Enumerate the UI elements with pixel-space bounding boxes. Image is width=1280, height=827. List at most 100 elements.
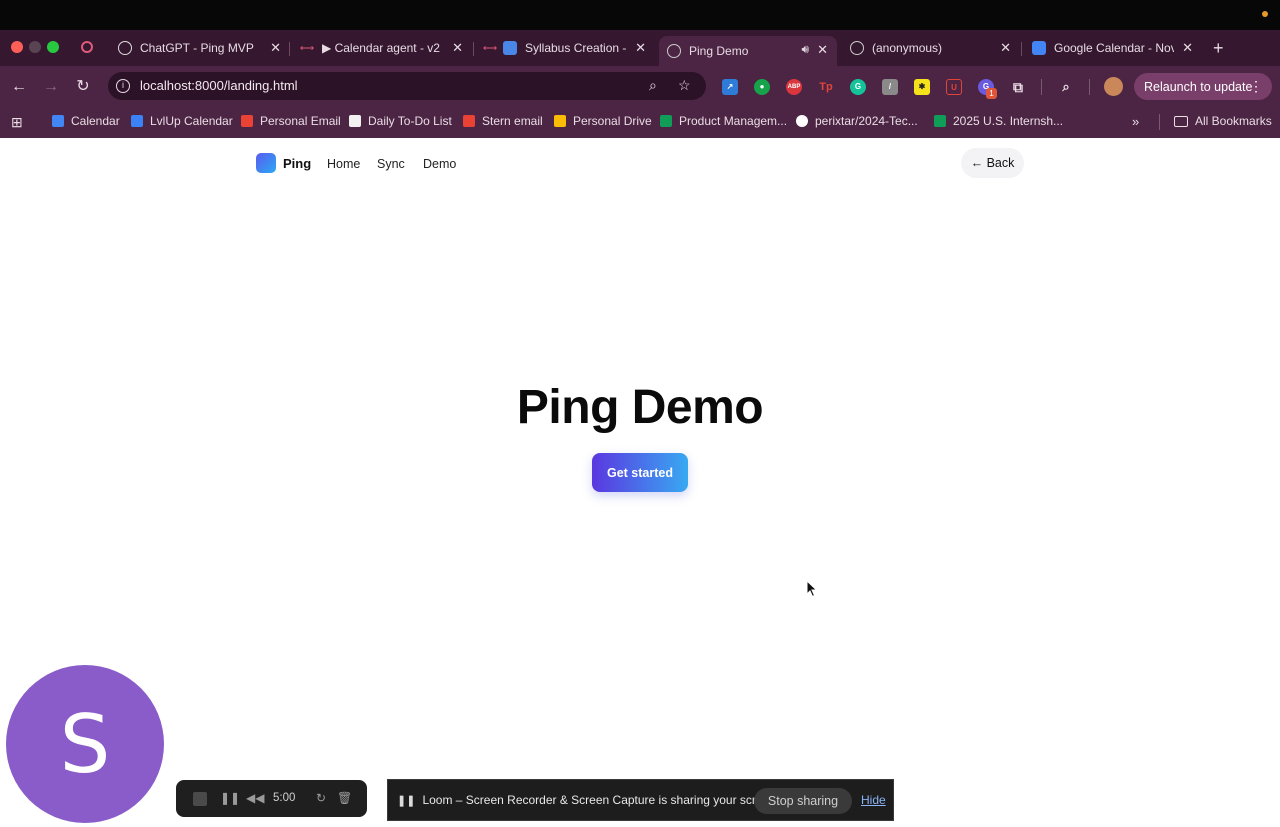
profile-avatar[interactable] [1104, 77, 1123, 96]
tab-separator [473, 42, 474, 56]
close-icon[interactable]: ✕ [817, 42, 828, 58]
new-tab-button[interactable]: + [1213, 36, 1224, 60]
bookmark-item[interactable]: Personal Email [241, 114, 341, 128]
screen-sharing-bar: ❚❚ Loom – Screen Recorder & Screen Captu… [387, 779, 894, 821]
notification-badge: 1 [986, 88, 997, 99]
pause-icon: ❚❚ [397, 794, 416, 807]
address-bar[interactable]: i localhost:8000/landing.html ⌕ ☆ [108, 72, 706, 100]
restart-icon[interactable]: ↻ [314, 791, 328, 805]
puzzle-icon[interactable]: ⧉ [1010, 79, 1026, 95]
notes-icon [349, 115, 361, 127]
rewind-icon[interactable]: ◀◀ [246, 791, 264, 805]
tab-syllabus[interactable]: ⟷ Syllabus Creation - ( ✕ [483, 36, 646, 60]
recording-timer: 5:00 [273, 792, 296, 804]
nav-home[interactable]: Home [327, 157, 360, 171]
extension-icon[interactable]: ✱ [914, 79, 930, 95]
tab-label: ▶ Calendar agent - v2 ( [322, 41, 442, 55]
apps-grid-icon[interactable]: ⊞ [11, 114, 23, 131]
grammarly-icon[interactable]: G [850, 79, 866, 95]
calendar-icon [52, 115, 64, 127]
reload-icon[interactable]: ↻ [73, 77, 93, 97]
more-bookmarks-icon[interactable]: » [1132, 114, 1139, 129]
bookmark-item[interactable]: LvlUp Calendar [131, 114, 233, 128]
bookmarks-separator [1159, 114, 1160, 130]
menu-bar [0, 0, 1280, 30]
all-bookmarks[interactable]: All Bookmarks [1174, 114, 1272, 128]
tab-anonymous[interactable]: (anonymous) ✕ [850, 36, 1011, 60]
close-icon[interactable]: ✕ [1000, 40, 1011, 56]
back-arrow-icon[interactable]: ← [9, 77, 29, 97]
site-info-icon[interactable]: i [116, 79, 130, 93]
search-icon[interactable]: ⌕ [649, 77, 657, 94]
bookmark-label: 2025 U.S. Internsh... [953, 114, 1064, 128]
minimize-window-button[interactable] [29, 41, 41, 53]
github-icon [796, 115, 808, 127]
toolbar-separator [1041, 79, 1042, 95]
close-window-button[interactable] [11, 41, 23, 53]
close-icon[interactable]: ✕ [270, 40, 281, 56]
tab-search-icon[interactable]: ⌕ [1058, 79, 1074, 95]
extension-icon[interactable]: ● [754, 79, 770, 95]
tab-separator [289, 42, 290, 56]
bookmark-item[interactable]: Stern email [463, 114, 543, 128]
camera-bubble-avatar[interactable]: S [6, 665, 164, 823]
close-icon[interactable]: ✕ [1182, 40, 1193, 56]
speaker-icon[interactable]: 🔊︎ [801, 42, 809, 57]
tab-google-calendar[interactable]: Google Calendar - Nov ✕ [1032, 36, 1193, 60]
ping-logo[interactable] [256, 153, 276, 173]
relaunch-button[interactable]: Relaunch to update ⋮ [1134, 73, 1272, 100]
maximize-window-button[interactable] [47, 41, 59, 53]
brand-name[interactable]: Ping [283, 156, 311, 171]
hide-link[interactable]: Hide [861, 793, 886, 807]
bookmark-label: Calendar [71, 114, 120, 128]
bookmark-item[interactable]: Product Managem... [660, 114, 787, 128]
tab-chatgpt[interactable]: ChatGPT - Ping MVP ✕ [118, 36, 281, 60]
stop-sharing-button[interactable]: Stop sharing [754, 788, 852, 814]
get-started-button[interactable]: Get started [592, 453, 688, 492]
more-icon[interactable]: ⋮ [1249, 78, 1263, 95]
bookmark-label: Daily To-Do List [368, 114, 452, 128]
pause-icon[interactable]: ❚❚ [220, 791, 240, 805]
tab-label: Ping Demo [689, 44, 749, 58]
bookmark-label: Product Managem... [679, 114, 788, 128]
nav-demo[interactable]: Demo [423, 157, 456, 171]
bookmark-item[interactable]: Daily To-Do List [349, 114, 452, 128]
forward-arrow-icon[interactable]: → [41, 77, 61, 97]
bookmark-label: Personal Email [260, 114, 341, 128]
status-dot [1262, 11, 1268, 17]
sheets-icon [660, 115, 672, 127]
tab-label: Syllabus Creation - ( [525, 41, 627, 55]
tab-ping-demo[interactable]: Ping Demo 🔊︎ ✕ [659, 36, 837, 66]
chatgpt-icon [118, 41, 132, 55]
star-icon[interactable]: ☆ [678, 77, 691, 94]
sheets-icon [934, 115, 946, 127]
extension-icon[interactable]: ↗ [722, 79, 738, 95]
extension-icon[interactable]: U [946, 79, 962, 95]
sharing-message: Loom – Screen Recorder & Screen Capture … [422, 793, 780, 807]
close-icon[interactable]: ✕ [635, 40, 646, 56]
bookmark-item[interactable]: Personal Drive [554, 114, 652, 128]
trash-icon[interactable]: 🗑︎ [337, 791, 352, 805]
tab-label: (anonymous) [872, 41, 943, 55]
globe-icon [667, 44, 681, 58]
tab-label: ChatGPT - Ping MVP [140, 41, 254, 55]
stop-recording-icon[interactable] [193, 792, 207, 806]
loom-icon: ⟷ [482, 42, 498, 54]
bookmark-item[interactable]: perixtar/2024-Tec... [796, 114, 918, 128]
back-button[interactable]: ← Back [961, 148, 1024, 178]
relaunch-label: Relaunch to update [1144, 79, 1253, 94]
bookmark-item[interactable]: Calendar [52, 114, 120, 128]
bookmark-label: perixtar/2024-Tec... [815, 114, 918, 128]
bookmark-label: Personal Drive [573, 114, 652, 128]
tab-calendar-agent[interactable]: ⟷ ▶ Calendar agent - v2 ( ✕ [300, 36, 463, 60]
close-icon[interactable]: ✕ [452, 40, 463, 56]
url-text[interactable]: localhost:8000/landing.html [140, 78, 298, 93]
adblock-icon[interactable]: ABP [786, 79, 802, 95]
extension-icon[interactable]: Tp [818, 79, 834, 95]
gmail-icon [241, 115, 253, 127]
bookmark-item[interactable]: 2025 U.S. Internsh... [934, 114, 1063, 128]
nav-sync[interactable]: Sync [377, 157, 405, 171]
drive-icon [554, 115, 566, 127]
extension-icon[interactable]: / [882, 79, 898, 95]
bookmark-label: Stern email [482, 114, 543, 128]
